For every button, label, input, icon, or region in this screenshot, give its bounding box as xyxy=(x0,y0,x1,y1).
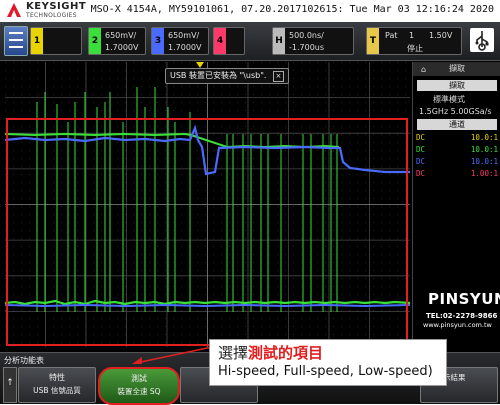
channel-3-low-trace xyxy=(5,303,410,308)
channels-header: 通道 xyxy=(417,119,497,130)
pinsyun-watermark: PINSYUN TEL:02-2278-9866 www.pinsyun.com… xyxy=(420,290,500,350)
watermark-url: www.pinsyun.com.tw xyxy=(423,321,492,329)
channel-4-tag: 4 xyxy=(214,28,226,54)
brand-name: KEYSIGHT xyxy=(26,1,87,12)
horizontal-tag: H xyxy=(273,28,285,54)
channel-row-4: DC 1.00:1 xyxy=(416,169,498,178)
callout-highlight: 測試的項目 xyxy=(248,344,324,362)
trigger-channel: 1 xyxy=(409,31,415,40)
back-button[interactable]: ↑ xyxy=(3,367,17,403)
channel-1-box[interactable]: 1 xyxy=(30,27,82,55)
side-panel-title-text: 擷取 xyxy=(449,64,465,73)
sample-rate: 1.5GHz 5.00GSa/s xyxy=(419,107,492,116)
channel-row-2: DC 10.0:1 xyxy=(416,145,498,154)
instrument-info: MSO-X 4154A, MY59101061, 07.20.201710261… xyxy=(90,4,494,15)
horizontal-box[interactable]: H 500.0ns/ -1.700us xyxy=(272,27,354,55)
channel-2-offset: 1.7000V xyxy=(105,43,139,52)
trigger-level: 1.50V xyxy=(429,31,453,40)
title-bar: KEYSIGHT TECHNOLOGIES MSO-X 4154A, MY591… xyxy=(0,0,500,22)
channel-2-box[interactable]: 2 650mV/ 1.7000V xyxy=(88,27,146,55)
brand-subtitle: TECHNOLOGIES xyxy=(26,12,77,19)
callout-arrow-icon xyxy=(132,346,213,364)
softkey-test[interactable]: 測試 裝置全速 SQ xyxy=(98,367,180,405)
channel-row-1: DC 10.0:1 xyxy=(416,133,498,142)
softkey-characteristics[interactable]: 特性 USB 信號品質 xyxy=(18,367,96,403)
trigger-tag: T xyxy=(367,28,379,54)
run-state: 停止 xyxy=(407,44,423,53)
callout-title: 選擇測試的項目 xyxy=(218,344,324,362)
callout-subtitle: Hi-speed, Full-speed, Low-speed) xyxy=(218,364,433,379)
channel-2-scale: 650mV/ xyxy=(105,31,137,40)
channel-3-tag: 3 xyxy=(152,28,164,54)
usb-icon xyxy=(470,28,494,52)
close-icon[interactable]: × xyxy=(272,71,284,82)
channel-toolbar: 1 2 650mV/ 1.7000V 3 650mV/ 1.7000V 4 H … xyxy=(0,22,500,61)
trigger-box[interactable]: T Pat 1 1.50V 停止 xyxy=(366,27,462,55)
keysight-logo-icon xyxy=(7,3,21,17)
home-icon: ⌂ xyxy=(421,65,427,74)
acquire-mode: 標準模式 xyxy=(433,95,465,104)
trigger-mode: Pat xyxy=(385,31,398,40)
waveform-grid: USB 裝置已安裝為 "\usb". × xyxy=(5,62,410,347)
watermark-tel: TEL:02-2278-9866 xyxy=(426,312,498,320)
channel-row-3: DC 10.0:1 xyxy=(416,157,498,166)
annotation-callout: 選擇測試的項目 Hi-speed, Full-speed, Low-speed) xyxy=(209,339,447,386)
channel-3-offset: 1.7000V xyxy=(168,43,202,52)
channel-1-tag: 1 xyxy=(31,28,43,54)
horizontal-delay: -1.700us xyxy=(289,43,325,52)
watermark-brand: PINSYUN xyxy=(428,290,500,308)
softkey-menu-title: 分析功能表 xyxy=(4,356,44,365)
channel-3-box[interactable]: 3 650mV/ 1.7000V xyxy=(151,27,209,55)
channel-3-scale: 650mV/ xyxy=(168,31,200,40)
usb-notice: USB 裝置已安裝為 "\usb". × xyxy=(165,68,289,84)
side-panel-title[interactable]: ⌂ 擷取 xyxy=(413,62,500,76)
acquire-header: 擷取 xyxy=(417,80,497,91)
channel-4-box[interactable]: 4 xyxy=(213,27,245,55)
up-arrow-icon: ↑ xyxy=(6,378,14,388)
channel-2-tag: 2 xyxy=(89,28,101,54)
horizontal-scale: 500.0ns/ xyxy=(289,31,324,40)
menu-button[interactable] xyxy=(4,26,28,56)
